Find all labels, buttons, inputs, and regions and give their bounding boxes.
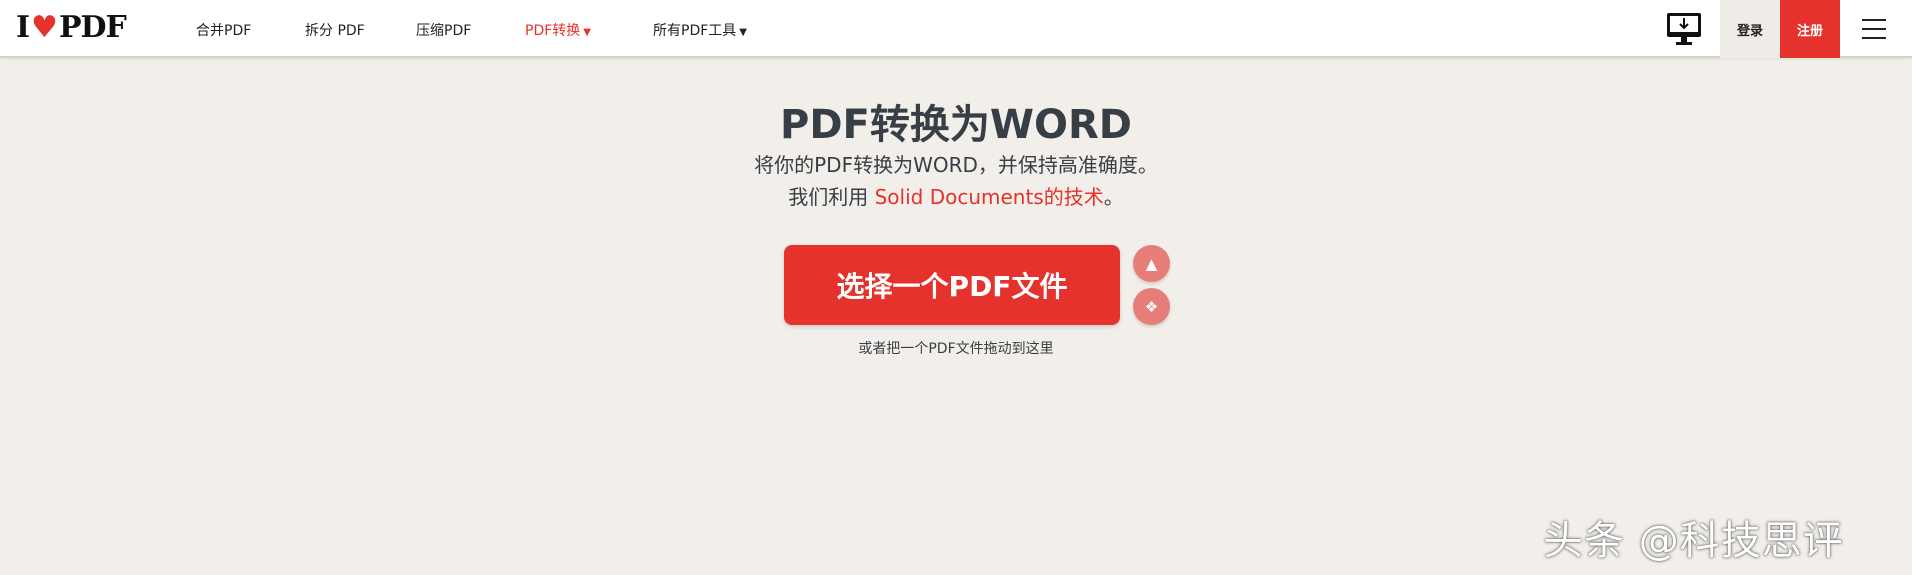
caret-down-icon: ▼ [739, 27, 747, 38]
register-button[interactable]: 注册 [1780, 0, 1840, 58]
select-pdf-button[interactable]: 选择一个PDF文件 [784, 245, 1120, 325]
login-button[interactable]: 登录 [1720, 0, 1780, 58]
page-title: PDF转换为WORD [780, 102, 1132, 148]
nav-all-tools[interactable]: 所有PDF工具 ▼ [653, 20, 747, 40]
watermark: 头条 @科技思评 [1543, 518, 1844, 564]
nav-convert-pdf[interactable]: PDF转换 ▼ [525, 20, 591, 40]
dropbox-icon[interactable]: ❖ [1133, 288, 1170, 325]
nav-merge-pdf[interactable]: 合并PDF [196, 20, 251, 40]
google-drive-icon[interactable]: ▲ [1133, 245, 1170, 282]
caret-down-icon: ▼ [583, 27, 591, 38]
nav-split-pdf[interactable]: 拆分 PDF [305, 20, 365, 40]
top-nav: I ♥ PDF 合并PDF 拆分 PDF 压缩PDF PDF转换 ▼ 所有PDF工具 ▼… [0, 0, 1912, 58]
desktop-download-icon[interactable] [1666, 12, 1702, 46]
heart-icon: ♥ [31, 10, 58, 45]
nav-convert-label: PDF转换 [525, 23, 581, 39]
drop-hint: 或者把一个PDF文件拖动到这里 [858, 341, 1054, 357]
nav-all-tools-label: 所有PDF工具 [653, 23, 737, 39]
nav-compress-pdf[interactable]: 压缩PDF [416, 20, 471, 40]
ilovepdf-logo[interactable]: I ♥ PDF [16, 10, 127, 45]
tech-suffix: 。 [1103, 185, 1124, 209]
tech-prefix: 我们利用 [788, 185, 875, 209]
page-subtitle: 将你的PDF转换为WORD，并保持高准确度。 [754, 153, 1158, 177]
page-subtitle-tech: 我们利用 Solid Documents的技术。 [0, 181, 1912, 210]
hamburger-menu-icon[interactable] [1862, 19, 1886, 39]
solid-documents-link[interactable]: Solid Documents的技术 [875, 185, 1104, 209]
